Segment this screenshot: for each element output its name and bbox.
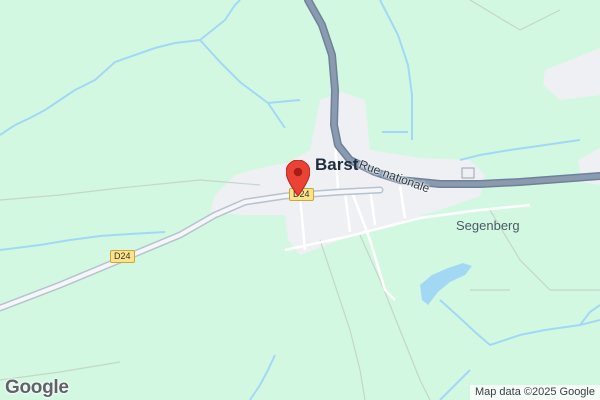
google-logo[interactable]: Google (5, 377, 69, 399)
map-canvas[interactable]: Barst Segenberg Rue nationale D24 D24 Go… (0, 0, 600, 400)
place-label-town[interactable]: Barst (315, 155, 358, 175)
location-pin-icon[interactable] (286, 160, 310, 196)
route-shield-west: D24 (110, 250, 135, 263)
place-label-village[interactable]: Segenberg (456, 218, 520, 233)
map-attribution[interactable]: Map data ©2025 Google (469, 385, 600, 400)
